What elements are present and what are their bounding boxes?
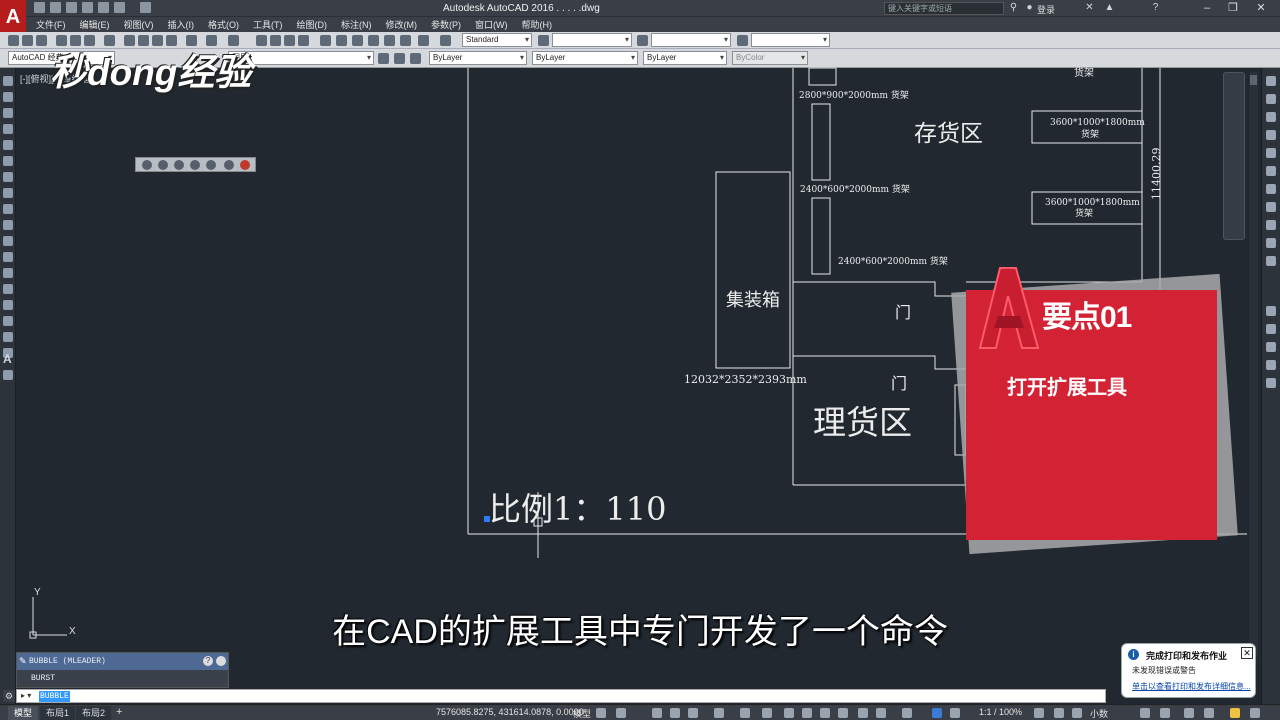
- shelf-2-label: 2400*600*2000mm 货架: [800, 183, 910, 195]
- help-icon[interactable]: ?: [203, 656, 213, 666]
- shelf-3-label: 2400*600*2000mm 货架: [838, 255, 948, 267]
- object-snap-icon[interactable]: [762, 708, 772, 718]
- annotation-scale[interactable]: 1:1 / 100%: [979, 707, 1022, 717]
- snap-icon[interactable]: [616, 708, 626, 718]
- grip-point[interactable]: [484, 516, 490, 522]
- autocad-window: Autodesk AutoCAD 2016 . . . . .dwg 键入关键字…: [0, 0, 1280, 720]
- shelf-top: [808, 67, 837, 86]
- badge-title: 要点01: [1042, 301, 1132, 334]
- pencil-icon: ✎: [19, 656, 27, 666]
- ortho-icon[interactable]: [670, 708, 680, 718]
- coordinate-display[interactable]: 7576085.8275, 431614.0878, 0.0000: [436, 707, 584, 717]
- selection-cycling-icon[interactable]: [820, 708, 830, 718]
- command-history-line: BUBBLE (MLEADER): [17, 653, 228, 670]
- add-layout-button[interactable]: +: [116, 706, 122, 718]
- ucs-y-label: Y: [34, 587, 41, 598]
- 3d-osnap-icon[interactable]: [838, 708, 848, 718]
- autocad-logo: [978, 267, 1040, 349]
- shelf-top-label: 货架: [1074, 66, 1094, 79]
- door-wall-2: [793, 355, 966, 370]
- right-shelf-1-name: 货架: [1081, 128, 1099, 140]
- lock-ui-icon[interactable]: [1160, 708, 1170, 718]
- watermark-logo: 秒dong经验: [50, 52, 252, 93]
- isodraft-icon[interactable]: [714, 708, 724, 718]
- tab-layout1[interactable]: 布局1: [40, 706, 76, 720]
- right-shelf-2-name: 货架: [1075, 207, 1093, 219]
- notification-link[interactable]: 单击以查看打印和发布详细信息...: [1132, 681, 1251, 692]
- transparency-icon[interactable]: [802, 708, 812, 718]
- notification-message: 未发现错误或警告: [1132, 666, 1196, 675]
- wrench-icon[interactable]: ⚙: [3, 690, 15, 702]
- door-wall-1: [793, 281, 966, 297]
- right-shelf-2: [1031, 191, 1143, 225]
- polar-icon[interactable]: [688, 708, 698, 718]
- settings-icon[interactable]: [216, 656, 226, 666]
- badge-subtitle: 打开扩展工具: [1007, 377, 1127, 399]
- object-snap-tracking-icon[interactable]: [740, 708, 750, 718]
- storage-zone-label: 存货区: [914, 121, 983, 147]
- print-tray-icon[interactable]: [1230, 708, 1240, 718]
- infer-icon[interactable]: [652, 708, 662, 718]
- shelf-2: [811, 103, 831, 181]
- annotation-visibility-icon[interactable]: [932, 708, 942, 718]
- command-line[interactable]: ⚙ ▸ ▾ BUBBLE: [3, 689, 1106, 703]
- shelf-1-label: 2800*900*2000mm 货架: [799, 89, 909, 101]
- command-prompt-icon[interactable]: ▸ ▾: [21, 690, 31, 702]
- sorting-zone-label: 理货区: [813, 403, 912, 442]
- command-history-line: BURST: [31, 674, 56, 683]
- vertical-dimension: 11400.29: [1150, 148, 1163, 201]
- video-subtitle: 在CAD的扩展工具中专门开发了一个命令: [332, 613, 948, 651]
- tab-model[interactable]: 模型: [8, 706, 39, 720]
- annotation-monitor-icon[interactable]: [1054, 708, 1064, 718]
- right-shelf-2-dim: 3600*1000*1800mm: [1045, 198, 1140, 208]
- door-label-2: 门: [891, 374, 907, 393]
- scale-text[interactable]: 比例1：110: [489, 490, 666, 528]
- isolate-objects-icon[interactable]: [1184, 708, 1194, 718]
- hardware-acceleration-icon[interactable]: [1204, 708, 1214, 718]
- container-dimension: 12032*2352*2393mm: [684, 373, 807, 386]
- container: [715, 171, 791, 369]
- door-label-1: 门: [895, 303, 911, 322]
- units-display[interactable]: 小数: [1090, 707, 1108, 720]
- selection-filter-icon[interactable]: [876, 708, 886, 718]
- units-icon[interactable]: [1072, 708, 1082, 718]
- lineweight-icon[interactable]: [784, 708, 794, 718]
- auto-scale-icon[interactable]: [950, 708, 960, 718]
- status-bar: 模型 布局1 布局2 + 7576085.8275, 431614.0878, …: [0, 704, 1280, 720]
- command-history: BUBBLE (MLEADER) ✎ ? BURST: [16, 652, 229, 688]
- quick-properties-icon[interactable]: [1140, 708, 1150, 718]
- container-label: 集装箱: [726, 290, 780, 311]
- dynamic-ucs-icon[interactable]: [858, 708, 868, 718]
- tab-layout2[interactable]: 布局2: [76, 706, 112, 720]
- right-shelf-1-dim: 3600*1000*1800mm: [1050, 118, 1145, 128]
- workspace-switch-icon[interactable]: [1034, 708, 1044, 718]
- customization-icon[interactable]: [1250, 708, 1260, 718]
- model-space-button[interactable]: 模型: [573, 707, 591, 720]
- command-input[interactable]: BUBBLE: [39, 691, 70, 702]
- gizmo-icon[interactable]: [902, 708, 912, 718]
- grid-icon[interactable]: [596, 708, 606, 718]
- shelf-3: [811, 197, 831, 275]
